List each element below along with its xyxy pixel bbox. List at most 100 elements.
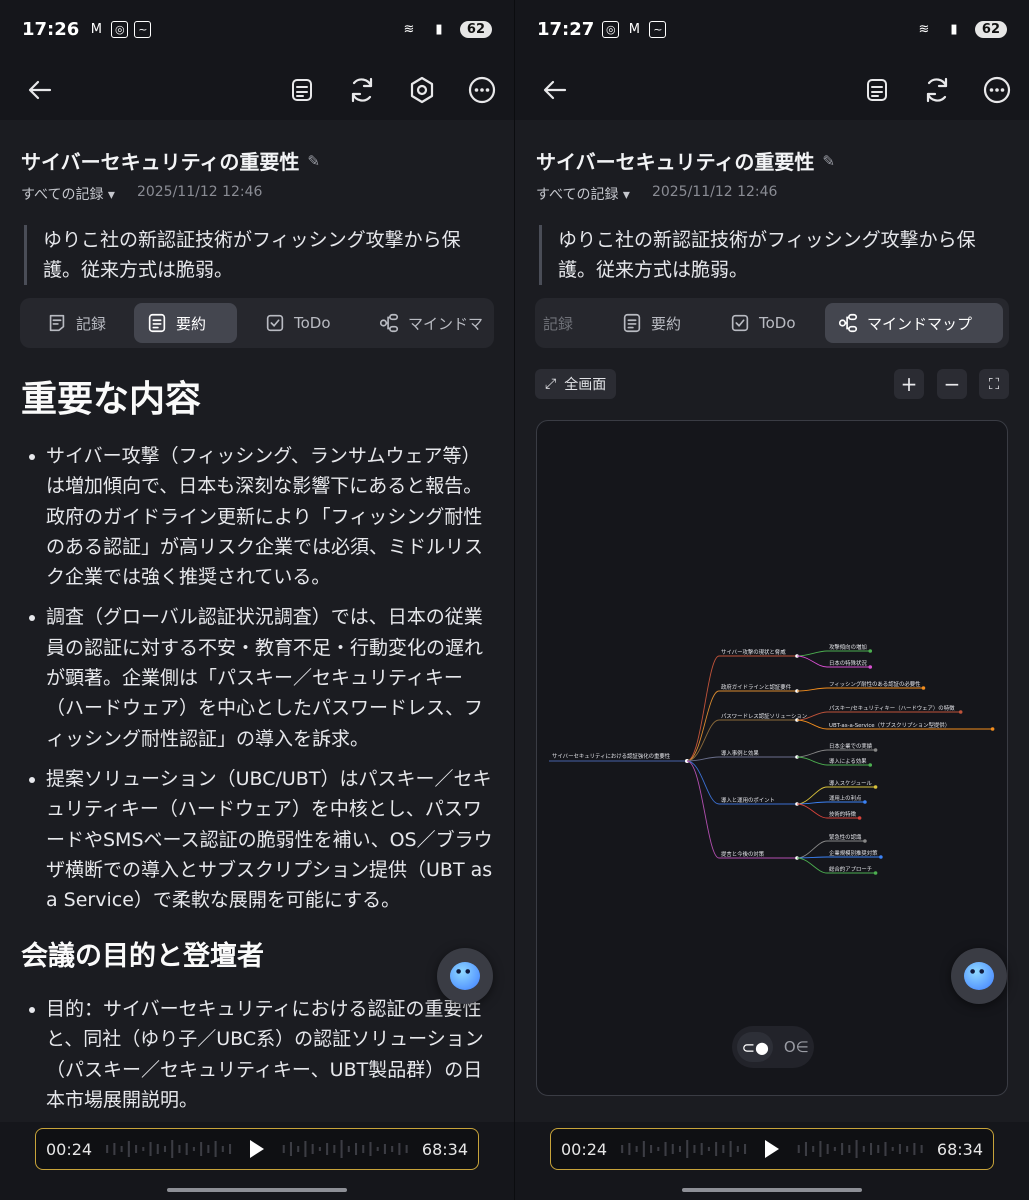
mindmap-child-link: [796, 650, 871, 657]
mindmap-child-link: [796, 801, 865, 805]
ai-chat-button[interactable]: [437, 948, 493, 1004]
status-time: 17:27: [537, 18, 595, 40]
view-tabs: 記録 要約 ToDo マインドマ: [20, 298, 494, 348]
back-button[interactable]: [535, 70, 575, 110]
mindmap-child-link: [796, 687, 924, 692]
elapsed-time: 00:24: [561, 1139, 608, 1159]
arrow-left-icon: [543, 80, 567, 100]
caret-down-icon: ▾: [107, 187, 115, 203]
tab-record[interactable]: 記録: [34, 303, 118, 343]
play-icon[interactable]: [765, 1140, 779, 1158]
fullscreen-button[interactable]: ⤢ 全画面: [535, 369, 617, 399]
tab-record-label: 記録: [76, 314, 107, 333]
more-icon: [983, 76, 1011, 104]
zoom-out-button[interactable]: −: [937, 369, 967, 399]
caret-down-icon: ▾: [622, 187, 630, 203]
tab-mindmap[interactable]: マインドマップ: [825, 303, 1003, 343]
mail-icon: M: [90, 21, 102, 37]
elapsed-time: 00:24: [46, 1139, 93, 1159]
mindmap-child-label: 導入による効果: [829, 757, 867, 765]
layout-tree-icon[interactable]: ⊂●: [737, 1032, 774, 1062]
mindmap-child-node: [873, 785, 878, 789]
fit-screen-icon: ⛶: [988, 375, 1000, 393]
scan-icon: ◎: [111, 20, 129, 38]
fit-view-button[interactable]: ⛶: [979, 369, 1009, 399]
tab-todo[interactable]: ToDo: [717, 303, 808, 343]
signal-icon: ▮: [435, 21, 443, 37]
tab-record[interactable]: 記録: [535, 303, 585, 343]
mindmap-branch-label: 導入と運用のポイント: [721, 796, 775, 804]
mindmap-child-node: [863, 839, 867, 843]
note-meta: すべての記録 ▾ 2025/11/12 12:46: [536, 184, 777, 204]
chat-bubble-icon: [964, 962, 994, 990]
tab-todo[interactable]: ToDo: [252, 303, 343, 343]
more-button[interactable]: [977, 70, 1017, 110]
edit-pencil-icon[interactable]: ✎: [822, 152, 835, 170]
mindmap-child-label: 日本の特殊状況: [829, 659, 867, 667]
mindmap-child-node: [873, 871, 878, 875]
play-icon[interactable]: [250, 1140, 264, 1158]
more-button[interactable]: [462, 70, 502, 110]
note-title-text: サイバーセキュリティの重要性: [21, 150, 300, 174]
mindmap-child-link: [796, 856, 881, 859]
todo-icon: [266, 314, 284, 332]
tab-summary[interactable]: 要約: [134, 303, 237, 343]
tab-mindmap[interactable]: マインドマ: [366, 303, 494, 343]
fullscreen-label: 全画面: [564, 377, 607, 393]
home-indicator[interactable]: [167, 1188, 347, 1192]
mindmap-child-node: [857, 816, 862, 820]
waveform-scrubber[interactable]: [617, 1137, 927, 1161]
audio-player[interactable]: 00:24 68:34: [35, 1128, 479, 1170]
sync-button[interactable]: [917, 70, 957, 110]
tab-summary-label: 要約: [651, 314, 682, 333]
mindmap-child-node: [990, 727, 995, 731]
summary-icon: [148, 313, 166, 333]
mindmap-branch-link: [686, 655, 797, 762]
layout-radial-icon[interactable]: O∈: [784, 1038, 809, 1056]
note-title[interactable]: サイバーセキュリティの重要性 ✎: [536, 146, 835, 175]
battery-badge: 62: [974, 20, 1007, 38]
total-time: 68:34: [421, 1139, 468, 1159]
signal-icon: ▮: [950, 21, 958, 37]
purpose-list: 目的：サイバーセキュリティにおける認証の重要性と、同社（ゆり子／UBC系）の認証…: [28, 994, 498, 1125]
mindmap-branch-label: 提言と今後の対策: [721, 850, 765, 858]
zoom-in-button[interactable]: +: [894, 369, 924, 399]
more-icon: [468, 76, 496, 104]
home-indicator[interactable]: [682, 1188, 862, 1192]
left-screen: 17:26 M ◎ ~ ≋ ▮ 62 サイバーセキュリティの重要性 ✎ すべての…: [0, 0, 514, 1200]
note-list-button[interactable]: [282, 70, 322, 110]
ai-button[interactable]: [402, 70, 442, 110]
tab-mindmap-label: マインドマップ: [867, 314, 973, 333]
tab-summary[interactable]: 要約: [609, 303, 693, 343]
mindmap-child-link: [796, 749, 876, 758]
note-title[interactable]: サイバーセキュリティの重要性 ✎: [21, 146, 320, 175]
edit-pencil-icon[interactable]: ✎: [307, 152, 320, 170]
folder-label: すべての記録: [21, 187, 104, 203]
tab-todo-label: ToDo: [294, 314, 331, 332]
mindmap-child-node: [863, 800, 867, 804]
mindmap-child-label: 日本企業での実績: [829, 742, 873, 750]
audio-player[interactable]: 00:24 68:34: [550, 1128, 994, 1170]
refresh-icon: [926, 77, 948, 103]
note-meta: すべての記録 ▾ 2025/11/12 12:46: [21, 184, 262, 204]
mindmap-child-label: 攻撃傾向の増加: [829, 643, 867, 651]
folder-dropdown[interactable]: すべての記録 ▾: [21, 184, 115, 204]
tab-mindmap-label: マインドマ: [408, 314, 484, 333]
sync-button[interactable]: [342, 70, 382, 110]
hexagon-icon: [410, 76, 434, 104]
mail-icon: M: [628, 21, 640, 37]
battery-badge: 62: [459, 20, 492, 38]
mindmap-child-label: 運用上の利点: [829, 794, 862, 802]
mindmap-child-node: [921, 686, 926, 690]
layout-toggle[interactable]: ⊂● O∈: [732, 1026, 814, 1068]
ai-chat-button[interactable]: [951, 948, 1007, 1004]
folder-dropdown[interactable]: すべての記録 ▾: [536, 184, 630, 204]
mindmap-root-label: サイバーセキュリティにおける認証強化の重要性: [552, 752, 671, 760]
mindmap-child-node: [958, 710, 963, 714]
top-toolbar: [515, 58, 1029, 120]
back-button[interactable]: [20, 70, 60, 110]
mindmap-branch-label: サイバー攻撃の現状と脅威: [721, 648, 786, 656]
note-list-button[interactable]: [857, 70, 897, 110]
waveform-scrubber[interactable]: [102, 1137, 412, 1161]
mindmap-canvas[interactable]: サイバーセキュリティにおける認証強化の重要性 サイバー攻撃の現状と脅威 攻撃傾向の増…: [536, 420, 1008, 1096]
